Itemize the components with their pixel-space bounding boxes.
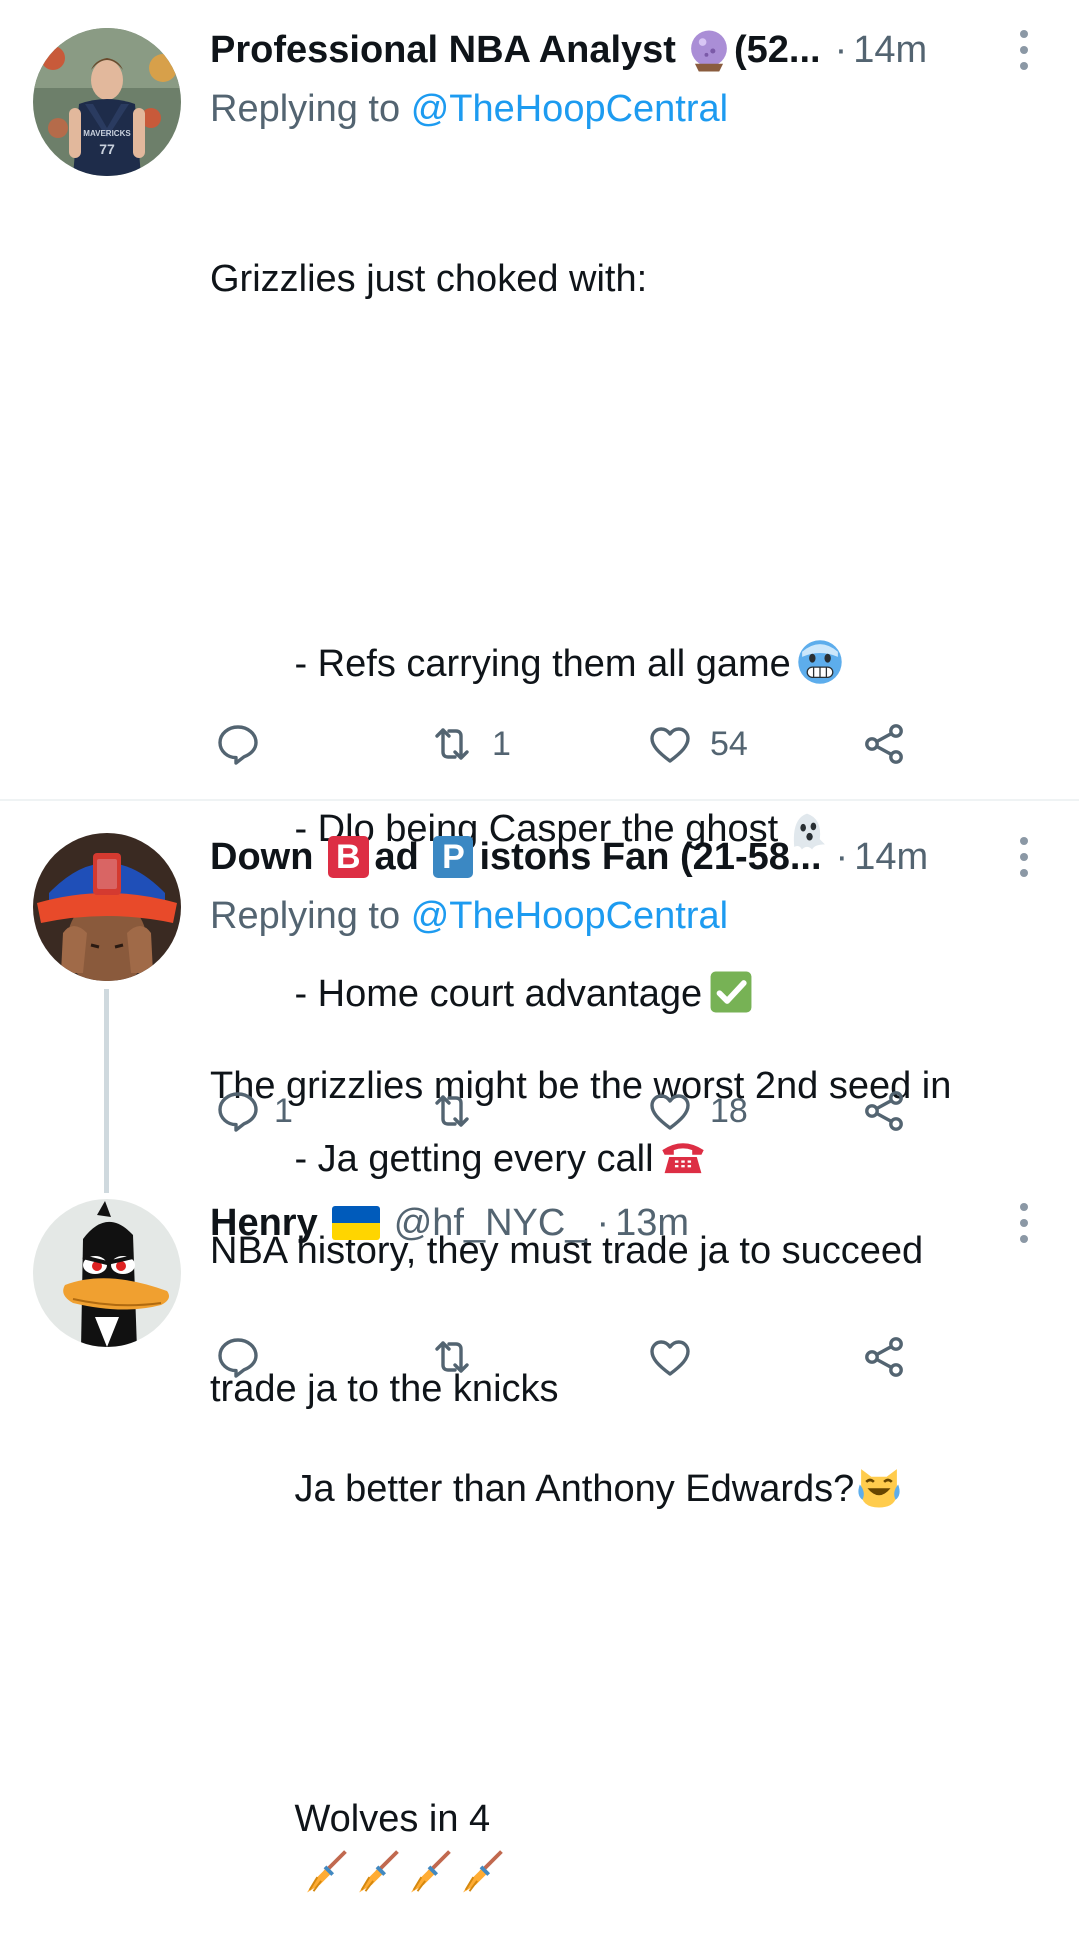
letter-p-badge-icon: P [433,836,474,878]
display-name-part[interactable]: Down [210,833,324,881]
share-button[interactable] [860,1327,908,1387]
reply-icon [218,1338,258,1378]
replying-prefix: Replying to [210,88,401,130]
share-button[interactable] [860,714,908,774]
tweet-line: - Refs carrying them all game [294,643,791,685]
replying-handle-link[interactable]: @TheHoopCentral [411,88,728,130]
timestamp[interactable]: 14m [853,26,927,74]
replying-prefix: Replying to [210,895,401,937]
tweet-line-empty [210,1572,1039,1627]
tweet-header: Down B ad P istons Fan (21-58... · 14m [210,833,1039,881]
broom-icon [458,1849,504,1895]
tweet-header: Professional NBA Analyst (52... · 14m [210,26,1039,74]
share-icon [865,724,903,764]
heart-icon [650,1094,690,1130]
retweet-button[interactable] [428,1327,492,1387]
tweet-line-row: Wolves in 4 [210,1737,1039,1893]
tweet-line-empty [210,417,1039,472]
broom-icon [406,1849,452,1895]
separator-dot: · [834,29,848,71]
reply-icon [218,1092,258,1132]
more-options-icon[interactable] [1009,1203,1039,1243]
user-avatar-image: MAVERICKS 77 [33,28,181,176]
tweet-2[interactable]: Down B ad P istons Fan (21-58... · 14m R… [0,801,1079,1272]
separator-dot: · [835,836,849,878]
cold-face-icon [797,639,843,685]
like-button[interactable] [646,1327,710,1387]
display-name-part[interactable]: istons Fan (21-58... [479,833,821,881]
heart-icon [650,1340,690,1376]
timestamp[interactable]: 14m [854,833,928,881]
retweet-icon [435,1095,469,1127]
ukraine-flag-icon [331,1206,380,1240]
separator-dot: · [596,1202,610,1244]
reply-button[interactable] [214,714,278,774]
tweet-actions: 1 18 [210,1081,930,1141]
more-options-icon[interactable] [1009,30,1039,70]
display-name-part[interactable]: ad [375,833,430,881]
like-count: 54 [710,724,748,763]
avatar[interactable]: MAVERICKS 77 [33,28,181,176]
svg-text:MAVERICKS: MAVERICKS [83,129,131,138]
more-options-icon[interactable] [1009,837,1039,877]
share-icon [865,1337,903,1377]
share-icon [865,1091,903,1131]
like-count: 18 [710,1091,748,1130]
reply-icon [218,725,258,765]
avatar[interactable] [33,833,181,981]
tweet-line-row: - Refs carrying them all game [210,582,1039,685]
user-avatar-image [33,1199,181,1347]
retweet-icon [435,728,469,760]
reply-count: 1 [274,1091,293,1130]
like-button[interactable]: 18 [646,1081,748,1141]
retweet-button[interactable] [428,1081,492,1141]
tweet-actions: 1 54 [210,714,930,774]
user-handle[interactable]: @hf_NYC_ [394,1199,587,1247]
letter-b-badge-icon: B [327,836,369,878]
replying-to: Replying to @TheHoopCentral [210,81,1039,137]
tweet-line: Wolves in 4 [294,1798,491,1840]
user-avatar-image [33,833,181,981]
broom-icon [354,1849,400,1895]
thread-connector-line [104,989,109,1193]
retweet-count: 1 [492,724,511,763]
timestamp[interactable]: 13m [615,1199,689,1247]
replying-handle-link[interactable]: @TheHoopCentral [411,895,728,937]
reply-button[interactable] [214,1327,278,1387]
broom-icon [302,1849,348,1895]
reply-button[interactable]: 1 [214,1081,293,1141]
crystal-ball-icon [686,28,730,72]
retweet-button[interactable]: 1 [428,714,511,774]
replying-to: Replying to @TheHoopCentral [210,888,1039,944]
avatar[interactable] [33,1199,181,1347]
display-name-suffix: (52... [733,29,821,71]
like-button[interactable]: 54 [646,714,748,774]
tweet-1[interactable]: MAVERICKS 77 Professional NBA Analyst (5… [0,0,1079,1893]
share-button[interactable] [860,1081,908,1141]
tweet-actions [210,1327,930,1387]
display-name[interactable]: Professional NBA Analyst [210,26,676,74]
tweet-text: trade ja to the knicks [210,1252,1039,1527]
tweet-3[interactable]: Henry @hf_NYC_ · 13m trade ja to the kni… [0,1181,1079,1411]
tweet-header: Henry @hf_NYC_ · 13m [210,1199,1039,1247]
tweet-line: Grizzlies just choked with: [210,258,648,300]
heart-icon [650,727,690,763]
display-name[interactable]: Henry [210,1199,318,1247]
retweet-icon [435,1341,469,1373]
svg-text:77: 77 [99,141,115,157]
